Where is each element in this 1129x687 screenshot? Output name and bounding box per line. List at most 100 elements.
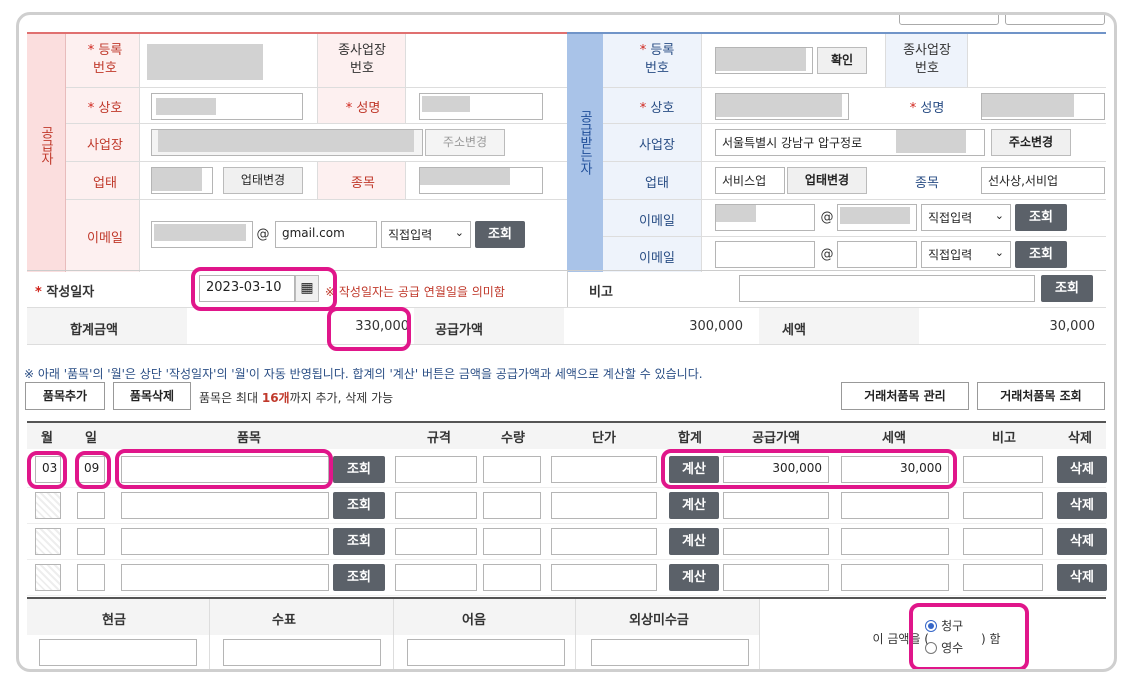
top-button-2[interactable] (1005, 15, 1105, 25)
month-input[interactable] (35, 564, 61, 591)
delete-item-button[interactable]: 품목삭제 (113, 382, 191, 410)
supply-input[interactable] (723, 564, 829, 591)
calc-button[interactable]: 계산 (669, 456, 719, 483)
receiver-address-input[interactable]: 서울특별시 강남구 압구정로 (715, 129, 985, 156)
day-input[interactable] (77, 492, 105, 519)
day-input[interactable] (77, 564, 105, 591)
item-lookup-button[interactable]: 조회 (333, 456, 385, 483)
supplier-email-domain-select[interactable]: 직접입력 ⌄ (381, 221, 471, 248)
qty-input[interactable] (483, 528, 541, 555)
receiver-biztype-input[interactable]: 서비스업 (715, 167, 785, 194)
receiver-confirm-button[interactable]: 확인 (817, 47, 867, 74)
payment-note: 어음 (462, 613, 486, 628)
delete-row-button[interactable]: 삭제 (1057, 456, 1107, 483)
supplier-company-input[interactable] (151, 93, 303, 120)
supplier-biztype-input[interactable] (151, 167, 213, 194)
supply-input[interactable]: 300,000 (723, 456, 829, 483)
receiver-company-input[interactable] (715, 93, 849, 120)
qty-input[interactable] (483, 564, 541, 591)
item-lookup-button[interactable]: 조회 (333, 564, 385, 591)
memo-row-input[interactable] (963, 456, 1043, 483)
supplier-biztype-change-button[interactable]: 업태변경 (223, 167, 303, 194)
unit-price-input[interactable] (551, 492, 657, 519)
claim-radio[interactable]: 청구 (925, 617, 985, 634)
receiver-ceo-input[interactable] (981, 93, 1105, 120)
delete-row-button[interactable]: 삭제 (1057, 564, 1107, 591)
credit-input[interactable] (591, 639, 749, 666)
supply-input[interactable] (723, 492, 829, 519)
qty-input[interactable] (483, 492, 541, 519)
unit-price-input[interactable] (551, 564, 657, 591)
calc-button[interactable]: 계산 (669, 528, 719, 555)
date-note: ※ 작성일자는 공급 연월일을 의미함 (325, 285, 505, 299)
receiver-email-domain-input[interactable] (837, 204, 917, 231)
spec-input[interactable] (395, 456, 477, 483)
tax-input[interactable]: 30,000 (841, 456, 949, 483)
supplier-email-lookup-button[interactable]: 조회 (475, 221, 525, 248)
item-input[interactable] (121, 564, 329, 591)
payment-check: 수표 (272, 613, 296, 628)
partner-items-lookup-button[interactable]: 거래처품목 조회 (977, 382, 1105, 410)
supplier-address-change-button[interactable]: 주소변경 (425, 129, 505, 156)
item-lookup-button[interactable]: 조회 (333, 492, 385, 519)
receiver-company-label: * 상호 (639, 101, 675, 116)
col-day: 일 (85, 431, 97, 446)
unit-price-input[interactable] (551, 456, 657, 483)
spec-input[interactable] (395, 492, 477, 519)
calc-button[interactable]: 계산 (669, 564, 719, 591)
day-input[interactable] (77, 528, 105, 555)
receiver-biztype-label: 업태 (645, 176, 669, 191)
calc-button[interactable]: 계산 (669, 492, 719, 519)
receiver-email-id-input[interactable] (715, 204, 815, 231)
supply-input[interactable] (723, 528, 829, 555)
memo-row-input[interactable] (963, 564, 1043, 591)
receiver-item-input[interactable]: 선사상,서비업 (981, 167, 1105, 194)
receiver-email2-domain-input[interactable] (837, 241, 917, 268)
tax-input[interactable] (841, 564, 949, 591)
month-input[interactable] (35, 528, 61, 555)
supplier-item-input[interactable] (419, 167, 543, 194)
receiver-email-select[interactable]: 직접입력 ⌄ (921, 204, 1011, 231)
tax-input[interactable] (841, 528, 949, 555)
spec-input[interactable] (395, 528, 477, 555)
partner-items-manage-button[interactable]: 거래처품목 관리 (841, 382, 969, 410)
memo-input[interactable] (739, 275, 1035, 302)
check-input[interactable] (223, 639, 381, 666)
qty-input[interactable] (483, 456, 541, 483)
item-lookup-button[interactable]: 조회 (333, 528, 385, 555)
receiver-email-lookup-button[interactable]: 조회 (1015, 204, 1067, 231)
month-input[interactable]: 03 (35, 456, 61, 483)
receipt-radio[interactable]: 영수 (925, 639, 985, 656)
add-item-button[interactable]: 품목추가 (25, 382, 105, 410)
tax-value: 30,000 (1049, 319, 1096, 334)
memo-lookup-button[interactable]: 조회 (1041, 275, 1093, 302)
receiver-email2-id-input[interactable] (715, 241, 815, 268)
date-input[interactable]: 2023-03-10 (199, 275, 295, 302)
cash-input[interactable] (39, 639, 197, 666)
receiver-biztype-change-button[interactable]: 업태변경 (787, 167, 867, 194)
calendar-icon[interactable]: ▦ (295, 275, 319, 302)
spec-input[interactable] (395, 564, 477, 591)
item-input[interactable] (121, 528, 329, 555)
delete-row-button[interactable]: 삭제 (1057, 528, 1107, 555)
day-input[interactable]: 09 (77, 456, 105, 483)
receiver-email2-lookup-button[interactable]: 조회 (1015, 241, 1067, 268)
memo-row-input[interactable] (963, 492, 1043, 519)
memo-row-input[interactable] (963, 528, 1043, 555)
supplier-ceo-input[interactable] (419, 93, 543, 120)
month-input[interactable] (35, 492, 61, 519)
unit-price-input[interactable] (551, 528, 657, 555)
receiver-address-change-button[interactable]: 주소변경 (991, 129, 1071, 156)
delete-row-button[interactable]: 삭제 (1057, 492, 1107, 519)
item-input[interactable] (121, 456, 329, 483)
tax-input[interactable] (841, 492, 949, 519)
receiver-reg-no-input[interactable] (715, 47, 813, 74)
item-input[interactable] (121, 492, 329, 519)
supplier-email-domain-input[interactable]: gmail.com (275, 221, 377, 248)
note-input[interactable] (407, 639, 565, 666)
supplier-email-id-input[interactable] (151, 221, 253, 248)
top-button-1[interactable] (899, 15, 999, 25)
receiver-email2-select[interactable]: 직접입력 ⌄ (921, 241, 1011, 268)
col-month: 월 (41, 431, 53, 446)
receiver-section: 공급받는자 * 등록 번호 확인 종사업장 번호 * 상호 * 성명 사업장 서… (567, 32, 1106, 272)
